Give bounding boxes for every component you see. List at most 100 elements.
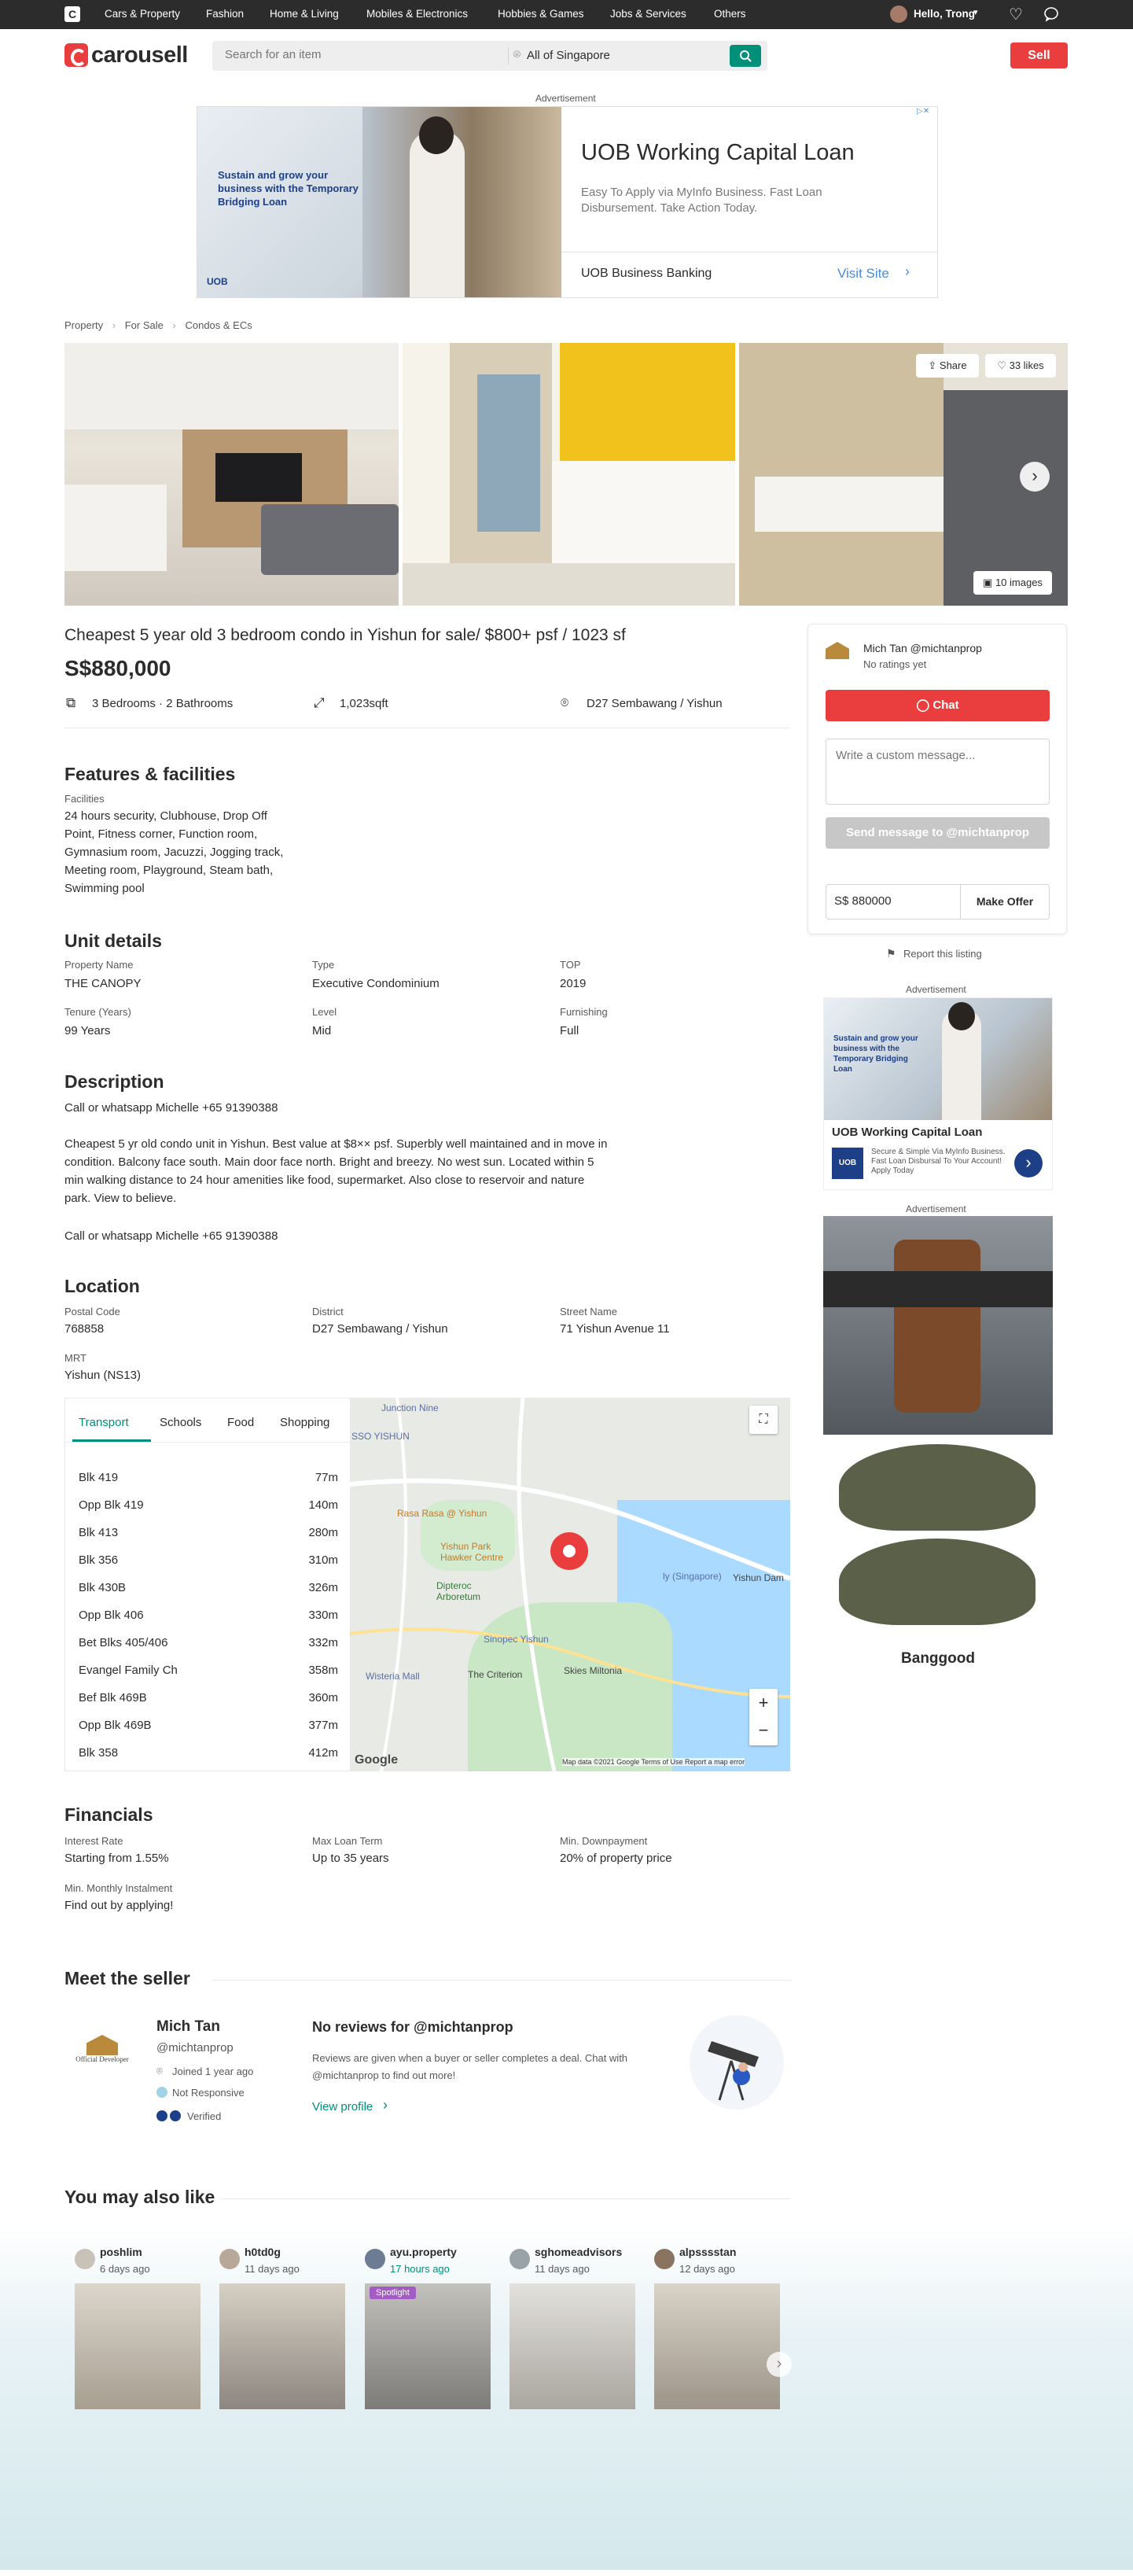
- offer-field: Make Offer: [826, 884, 1050, 919]
- photo-wallpaper: [739, 343, 944, 606]
- seller-joined: Joined 1 year ago: [172, 2066, 254, 2077]
- photo-window: [477, 374, 540, 532]
- banggood-advertisement[interactable]: Banggood: [823, 1216, 1053, 1674]
- description-text: condition. Balcony face south. Main door…: [64, 1155, 594, 1169]
- gallery-photo-3[interactable]: [739, 343, 1068, 606]
- search-icon: [740, 50, 752, 62]
- fullscreen-icon: ⛶: [759, 1413, 768, 1426]
- seller-logo[interactable]: Official Developer: [64, 2035, 140, 2074]
- nav-others[interactable]: Others: [714, 8, 746, 20]
- visit-site-link[interactable]: Visit Site: [837, 266, 889, 282]
- chevron-down-icon[interactable]: ▾: [973, 7, 978, 17]
- view-profile-link[interactable]: View profile: [312, 2100, 373, 2113]
- seller-avatar[interactable]: [826, 642, 849, 659]
- ad-title: UOB Working Capital Loan: [581, 140, 855, 165]
- sell-button[interactable]: Sell: [1010, 42, 1068, 68]
- sidebar-advertisement[interactable]: Sustain and grow your business with the …: [823, 997, 1053, 1190]
- place-distance: 412m: [308, 1746, 338, 1760]
- ad-leather-pouch: [894, 1240, 980, 1413]
- make-offer-button[interactable]: Make Offer: [961, 885, 1049, 919]
- listing-card[interactable]: sghomeadvisors 11 days ago: [509, 2246, 639, 2576]
- images-count-button[interactable]: ▣ 10 images: [973, 571, 1052, 595]
- nav-mobiles-electronics[interactable]: Mobiles & Electronics: [366, 8, 468, 20]
- listing-card[interactable]: alpsssstan 12 days ago: [654, 2246, 784, 2576]
- carousell-small-logo[interactable]: C: [64, 6, 80, 22]
- ad-info-icon[interactable]: ▷✕: [917, 107, 929, 116]
- photo-table: [64, 485, 167, 571]
- nav-cars-property[interactable]: Cars & Property: [105, 8, 180, 20]
- ad-sandal: [839, 1539, 1036, 1625]
- map-footer[interactable]: Map data ©2021 Google Terms of Use Repor…: [562, 1758, 745, 1766]
- gallery-next-button[interactable]: ›: [1020, 462, 1050, 492]
- chat-button[interactable]: ◯ Chat: [826, 690, 1050, 721]
- listing-card[interactable]: h0td0g 11 days ago: [219, 2246, 349, 2576]
- location-pin-icon: ⌾: [513, 48, 521, 61]
- tab-shopping[interactable]: Shopping: [280, 1416, 329, 1429]
- zoom-out-button[interactable]: −: [749, 1717, 778, 1745]
- sidebar-seller-name[interactable]: Mich Tan @michtanprop: [863, 642, 982, 654]
- facilities-label: Facilities: [64, 793, 105, 805]
- user-avatar[interactable]: [890, 6, 907, 23]
- map-label: Junction Nine: [381, 1402, 439, 1413]
- user-greeting[interactable]: Hello, Trong: [914, 8, 975, 20]
- send-message-button[interactable]: Send message to @michtanprop: [826, 817, 1050, 849]
- field-value: 768858: [64, 1322, 105, 1336]
- nav-hobbies-games[interactable]: Hobbies & Games: [498, 8, 584, 20]
- place-name: Blk 430B: [79, 1581, 127, 1594]
- search-input[interactable]: [225, 48, 492, 61]
- field-label: Min. Monthly Instalment: [64, 1882, 173, 1894]
- ad-image: Sustain and grow your business with the …: [197, 107, 561, 297]
- offer-input[interactable]: [834, 894, 952, 908]
- top-advertisement[interactable]: Sustain and grow your business with the …: [197, 106, 938, 298]
- listing-card[interactable]: poshlim 6 days ago: [75, 2246, 204, 2576]
- nav-fashion[interactable]: Fashion: [206, 8, 244, 20]
- field-value: 20% of property price: [560, 1852, 672, 1865]
- card-seller-name: sghomeadvisors: [535, 2246, 623, 2258]
- place-name: Blk 356: [79, 1553, 119, 1567]
- avatar: [365, 2249, 385, 2269]
- ad-next-button[interactable]: ›: [1014, 1149, 1043, 1177]
- gallery-photo-1[interactable]: [64, 343, 399, 606]
- seller-name[interactable]: Mich Tan: [156, 2018, 220, 2036]
- search-button[interactable]: [730, 45, 761, 67]
- chat-bubble-icon[interactable]: [1043, 6, 1059, 22]
- reviews-body: Reviews are given when a buyer or seller…: [312, 2052, 628, 2064]
- reviews-title: No reviews for @michtanprop: [312, 2019, 513, 2035]
- breadcrumb-property[interactable]: Property: [64, 319, 103, 331]
- ad-photo-belt: [823, 1216, 1053, 1435]
- ad-image-text: Sustain and grow your business with the …: [833, 1034, 918, 1074]
- location-map[interactable]: Junction Nine SSO YISHUN Rasa Rasa @ Yis…: [350, 1398, 790, 1771]
- carousel-next-button[interactable]: ›: [767, 2352, 792, 2377]
- zoom-in-button[interactable]: +: [749, 1689, 778, 1717]
- photo-ceiling: [64, 343, 399, 429]
- heart-icon[interactable]: ♡: [1009, 5, 1023, 24]
- field-value: D27 Sembawang / Yishun: [312, 1322, 448, 1336]
- location-select[interactable]: All of Singapore: [527, 49, 610, 62]
- tab-schools[interactable]: Schools: [160, 1416, 201, 1429]
- nav-home-living[interactable]: Home & Living: [270, 8, 339, 20]
- custom-message-input[interactable]: [826, 739, 1050, 805]
- gallery-photo-2[interactable]: [403, 343, 735, 606]
- place-distance: 280m: [308, 1526, 338, 1539]
- place-distance: 77m: [315, 1471, 338, 1484]
- share-button[interactable]: ⇪ Share: [916, 354, 979, 378]
- card-seller-name: poshlim: [100, 2246, 142, 2258]
- listing-card[interactable]: ayu.property 17 hours ago Spotlight: [365, 2246, 495, 2576]
- district-text: D27 Sembawang / Yishun: [587, 697, 723, 710]
- description-heading: Description: [64, 1071, 164, 1092]
- breadcrumb-condos[interactable]: Condos & ECs: [185, 319, 252, 331]
- field-label: Postal Code: [64, 1306, 120, 1317]
- breadcrumb-for-sale[interactable]: For Sale: [125, 319, 164, 331]
- tab-food[interactable]: Food: [227, 1416, 254, 1429]
- report-listing-link[interactable]: Report this listing: [903, 948, 982, 960]
- chevron-right-icon: ›: [776, 2355, 782, 2372]
- field-value: Starting from 1.55%: [64, 1852, 169, 1865]
- card-time: 6 days ago: [100, 2263, 150, 2275]
- likes-button[interactable]: ♡ 33 likes: [985, 354, 1056, 378]
- nav-jobs-services[interactable]: Jobs & Services: [610, 8, 686, 20]
- fullscreen-button[interactable]: ⛶: [749, 1406, 778, 1434]
- share-icon: ⇪: [928, 359, 940, 371]
- carousell-logo[interactable]: carousell: [64, 42, 188, 68]
- place-distance: 360m: [308, 1691, 338, 1704]
- tab-transport[interactable]: Transport: [79, 1416, 129, 1429]
